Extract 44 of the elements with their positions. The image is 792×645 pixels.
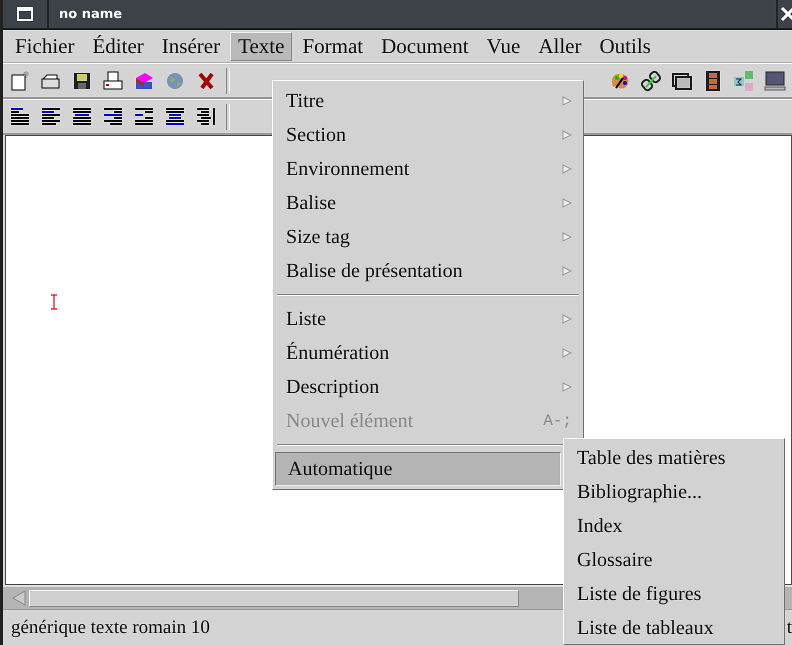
formula-icon[interactable] (733, 70, 755, 92)
menu-item[interactable]: Index (577, 514, 773, 538)
menu-item[interactable]: Bibliographie... (577, 480, 773, 504)
close-icon[interactable] (780, 5, 792, 23)
menu-item[interactable]: Aller (530, 32, 590, 60)
menu-item[interactable]: Liste de figures (577, 582, 773, 606)
align-top-icon[interactable] (9, 106, 31, 128)
window-menu-icon[interactable] (16, 5, 34, 23)
scrollbar-thumb[interactable] (29, 590, 519, 606)
menu-item[interactable]: Vue (478, 32, 528, 60)
menu-item[interactable]: Balise de présentation (273, 254, 583, 288)
menu-item[interactable]: Glossaire (577, 548, 773, 572)
align-center-icon[interactable] (71, 106, 93, 128)
menu-item[interactable]: Environnement (273, 152, 583, 186)
menu-item[interactable]: Section (273, 118, 583, 152)
menu-item[interactable]: Balise (273, 186, 583, 220)
menu-item[interactable]: Document (373, 32, 477, 60)
print-icon[interactable] (102, 70, 124, 92)
menu-item[interactable]: Liste (273, 302, 583, 336)
menu-item[interactable]: Liste de tableaux (577, 616, 773, 640)
menu-item[interactable]: Insérer (154, 32, 228, 60)
menu-item[interactable]: Size tag (273, 220, 583, 254)
menu-item[interactable]: Automatique (275, 452, 561, 486)
align-left-icon[interactable] (40, 106, 62, 128)
menu-item[interactable]: Fichier (7, 32, 82, 60)
new-document-icon[interactable] (9, 70, 31, 92)
menu-item[interactable]: Texte (230, 32, 292, 60)
status-text: t (786, 616, 792, 638)
align-bottom-icon[interactable] (164, 106, 186, 128)
menu-item[interactable]: Format (294, 32, 372, 60)
menu-item[interactable]: Table des matières (577, 446, 773, 470)
status-text: générique texte romain 10 (11, 616, 210, 638)
menu-item[interactable]: Énumération (273, 336, 583, 370)
menu-item[interactable]: Outils (591, 32, 659, 60)
outdent-icon[interactable] (133, 106, 155, 128)
justify-icon[interactable] (195, 106, 217, 128)
menu-item[interactable]: Titre (273, 84, 583, 118)
menu-item[interactable]: Éditer (84, 32, 152, 60)
window-title: no name (59, 6, 122, 22)
link-icon[interactable] (640, 70, 662, 92)
monitor-icon[interactable] (764, 70, 786, 92)
indent-icon[interactable] (102, 106, 124, 128)
text-cursor-icon (50, 294, 58, 310)
menu-item[interactable]: Description (273, 370, 583, 404)
